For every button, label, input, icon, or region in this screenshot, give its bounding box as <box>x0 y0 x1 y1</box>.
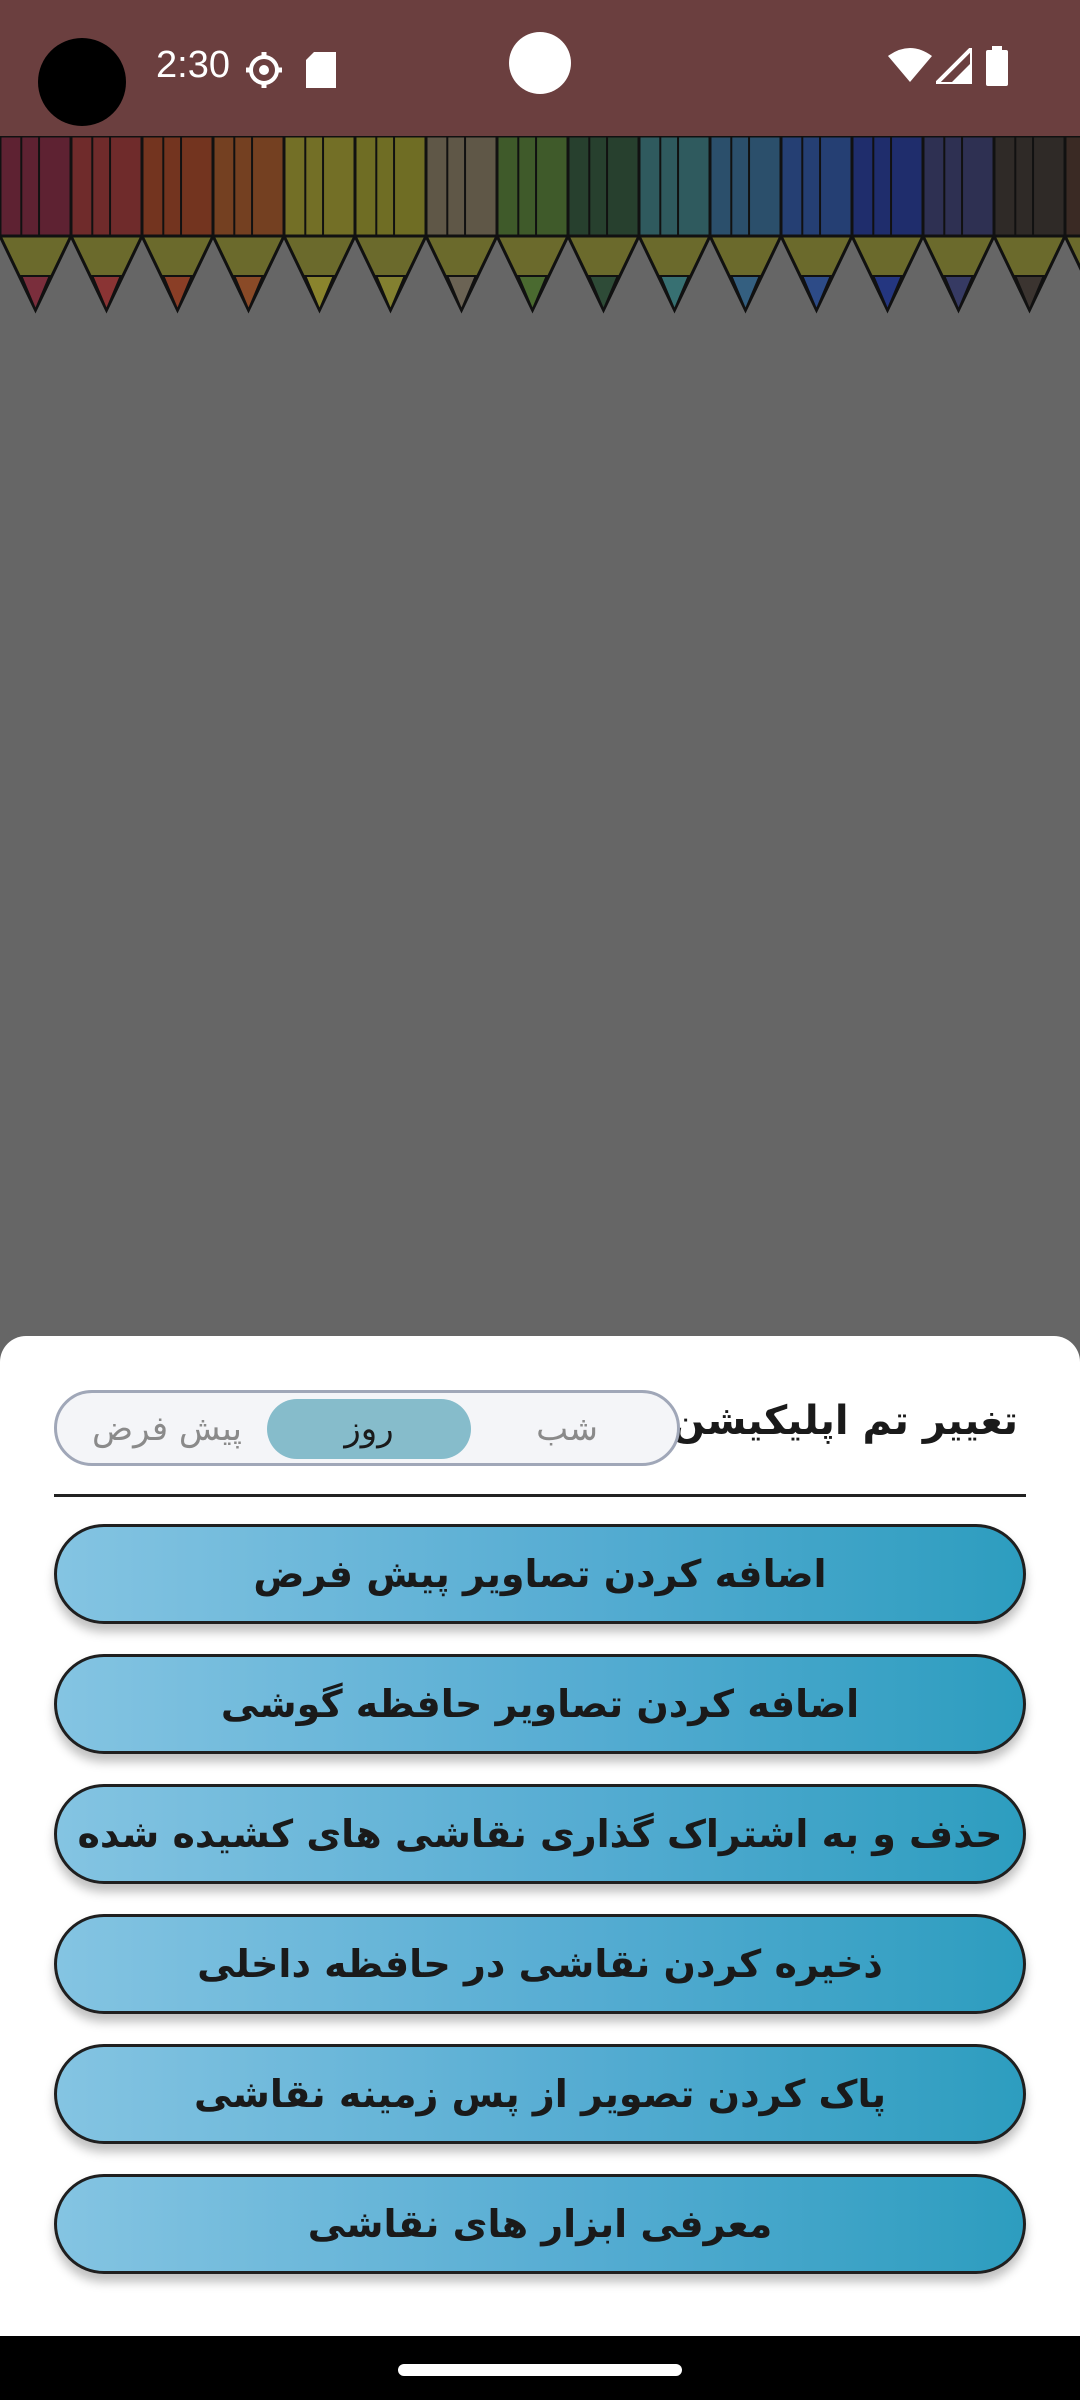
color-pencil[interactable] <box>352 136 429 314</box>
signal-icon <box>936 48 972 84</box>
navigation-bar <box>0 2336 1080 2400</box>
battery-icon <box>986 46 1008 86</box>
sd-card-icon <box>306 52 336 88</box>
color-pencil[interactable] <box>778 136 855 314</box>
color-pencil-palette[interactable] <box>0 136 1080 314</box>
color-pencil[interactable] <box>920 136 997 314</box>
color-pencil[interactable] <box>139 136 216 314</box>
color-pencil[interactable] <box>1062 136 1080 310</box>
theme-option-night[interactable]: شب <box>467 1399 667 1459</box>
color-pencil[interactable] <box>849 136 926 314</box>
wifi-icon <box>888 48 932 82</box>
add-gallery-images-button[interactable]: اضافه کردن تصاویر حافظه گوشی <box>54 1654 1026 1754</box>
add-default-images-button[interactable]: اضافه کردن تصاویر پیش فرض <box>54 1524 1026 1624</box>
color-pencil[interactable] <box>68 136 145 314</box>
color-pencil[interactable] <box>707 136 784 314</box>
camera-cutout <box>38 38 126 126</box>
theme-option-default[interactable]: پیش فرض <box>67 1399 267 1459</box>
color-pencil[interactable] <box>423 136 500 314</box>
theme-label: تغییر تم اپلیکیشن: <box>654 1398 1018 1444</box>
settings-bottom-sheet: تغییر تم اپلیکیشن: شب روز پیش فرض اضافه … <box>0 1336 1080 2336</box>
color-pencil[interactable] <box>0 136 74 314</box>
theme-selector-row: تغییر تم اپلیکیشن: شب روز پیش فرض <box>0 1390 1080 1470</box>
color-pencil[interactable] <box>565 136 642 314</box>
notification-dot <box>509 32 571 94</box>
status-time: 2:30 <box>156 44 230 86</box>
settings-icon <box>246 52 282 88</box>
color-pencil[interactable] <box>991 136 1068 314</box>
color-pencil[interactable] <box>210 136 287 314</box>
color-pencil[interactable] <box>281 136 358 314</box>
theme-option-day[interactable]: روز <box>267 1399 471 1459</box>
status-bar: 2:30 <box>0 0 1080 136</box>
drawing-tools-intro-button[interactable]: معرفی ابزار های نقاشی <box>54 2174 1026 2274</box>
theme-segmented-control: شب روز پیش فرض <box>54 1390 680 1466</box>
color-pencil[interactable] <box>494 136 571 314</box>
delete-share-drawings-button[interactable]: حذف و به اشتراک گذاری نقاشی های کشیده شد… <box>54 1784 1026 1884</box>
divider <box>54 1494 1026 1497</box>
save-drawing-button[interactable]: ذخیره کردن نقاشی در حافظه داخلی <box>54 1914 1026 2014</box>
color-pencil[interactable] <box>636 136 713 314</box>
clear-background-button[interactable]: پاک کردن تصویر از پس زمینه نقاشی <box>54 2044 1026 2144</box>
home-gesture-handle[interactable] <box>398 2364 682 2376</box>
